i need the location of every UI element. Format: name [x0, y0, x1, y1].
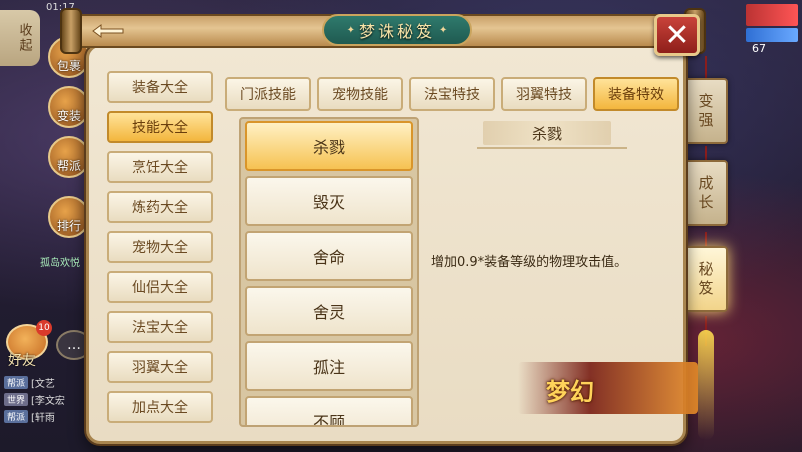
category-cooking[interactable]: 烹饪大全: [107, 151, 213, 183]
side-tag-char: 成: [698, 174, 714, 193]
side-tag-char: 强: [698, 111, 714, 129]
guild-button[interactable]: 帮派: [48, 136, 90, 178]
chat-channel-tag: 帮派: [4, 410, 29, 423]
category-alchemy[interactable]: 炼药大全: [107, 191, 213, 223]
tab-pet-skills[interactable]: 宠物技能: [317, 77, 403, 111]
chat-log[interactable]: 帮派 [文艺 世界 [李文宏 帮派 [轩雨: [4, 374, 92, 425]
skill-item[interactable]: 不顾: [245, 396, 413, 427]
tab-label: 羽翼特技: [516, 87, 572, 103]
back-arrow-icon[interactable]: [86, 20, 130, 42]
category-label: 仙侣大全: [132, 280, 188, 296]
category-wings[interactable]: 羽翼大全: [107, 351, 213, 383]
category-list: 装备大全 技能大全 烹饪大全 炼药大全 宠物大全 仙侣大全 法宝大全 羽翼大全 …: [107, 71, 215, 431]
category-label: 加点大全: [132, 400, 188, 416]
category-label: 宠物大全: [132, 240, 188, 256]
tab-school-skills[interactable]: 门派技能: [225, 77, 311, 111]
tab-label: 门派技能: [240, 87, 296, 103]
tab-label: 装备特效: [608, 87, 664, 103]
bag-label: 包裹: [56, 59, 81, 73]
chat-line: 帮派 [文艺: [4, 374, 92, 391]
friend-label: 好友: [8, 353, 36, 369]
skill-item[interactable]: 孤注: [245, 341, 413, 391]
side-tag-strengthen[interactable]: 变 强: [684, 78, 728, 144]
hp-bar: [746, 4, 798, 26]
category-skills[interactable]: 技能大全: [107, 111, 213, 143]
side-tag-char: 长: [698, 193, 714, 211]
chat-line: 世界 [李文宏: [4, 391, 92, 408]
skill-label: 杀戮: [312, 138, 345, 157]
skill-label: 孤注: [312, 358, 345, 377]
category-attributes[interactable]: 加点大全: [107, 391, 213, 423]
category-label: 羽翼大全: [132, 360, 188, 376]
collapse-hud-button[interactable]: 收起: [0, 10, 40, 66]
side-tag-char: 笈: [698, 279, 714, 297]
tab-label: 宠物技能: [332, 87, 388, 103]
brand-logo: [518, 362, 698, 414]
costume-button[interactable]: 变装: [48, 86, 90, 128]
brand-logo-text: 梦幻: [546, 377, 594, 406]
chat-text: [李文宏: [31, 396, 65, 407]
skill-type-tabs: 门派技能 宠物技能 法宝特技 羽翼特技 装备特效: [225, 77, 679, 111]
category-treasures[interactable]: 法宝大全: [107, 311, 213, 343]
friend-count-badge: 10: [36, 320, 52, 336]
side-tag-char: 秘: [698, 260, 714, 279]
costume-label: 变装: [56, 109, 81, 123]
ranking-label: 排行: [56, 219, 81, 233]
chat-channel-tag: 帮派: [4, 376, 29, 389]
skill-label: 舍命: [312, 248, 345, 267]
category-label: 烹饪大全: [132, 160, 188, 176]
ranking-button[interactable]: 排行: [48, 196, 90, 238]
tab-label: 法宝特技: [424, 87, 480, 103]
category-label: 法宝大全: [132, 320, 188, 336]
tab-equipment-effects[interactable]: 装备特效: [593, 77, 679, 111]
side-tag-char: 变: [698, 92, 714, 111]
chat-text: [文艺: [31, 379, 55, 390]
left-hud: 收起 01:17 包裹 变装 帮派 排行 孤岛欢悦 10 好友 … 帮派 [文艺 …: [0, 0, 92, 452]
guild-label-btn: 帮派: [56, 159, 81, 173]
category-label: 技能大全: [132, 120, 188, 136]
detail-title: 杀戮: [483, 121, 611, 145]
skill-item[interactable]: 舍命: [245, 231, 413, 281]
title-ornament-icon: ✦: [346, 24, 355, 36]
back-arrow-svg: [92, 24, 124, 38]
skill-item[interactable]: 舍灵: [245, 286, 413, 336]
category-pets[interactable]: 宠物大全: [107, 231, 213, 263]
skill-list[interactable]: 杀戮 毁灭 舍命 舍灵 孤注 不顾: [239, 117, 419, 427]
scroll-handle-left: [60, 8, 82, 54]
side-tag-growth[interactable]: 成 长: [684, 160, 728, 226]
category-equipment[interactable]: 装备大全: [107, 71, 213, 103]
chat-channel-tag: 世界: [4, 393, 29, 406]
tab-wing-skills[interactable]: 羽翼特技: [501, 77, 587, 111]
category-companions[interactable]: 仙侣大全: [107, 271, 213, 303]
collapse-label: 收起: [16, 23, 32, 53]
right-hud: 67: [702, 0, 802, 452]
category-label: 炼药大全: [132, 200, 188, 216]
title-ornament-icon: ✦: [439, 24, 448, 36]
skill-item[interactable]: 杀戮: [245, 121, 413, 171]
guild-name: 孤岛欢悦: [40, 258, 80, 269]
page-title: 梦诛秘笈: [358, 22, 435, 41]
lantern-glow: [698, 330, 714, 440]
title-plate: ✦ 梦诛秘笈 ✦: [322, 14, 472, 46]
chat-line: 帮派 [轩雨: [4, 408, 92, 425]
skill-item[interactable]: 毁灭: [245, 176, 413, 226]
level-text: 67: [752, 42, 766, 55]
detail-title-text: 杀戮: [531, 124, 562, 143]
detail-divider: [477, 147, 627, 149]
close-icon[interactable]: ✕: [654, 14, 700, 56]
skill-label: 毁灭: [312, 193, 345, 212]
category-label: 装备大全: [132, 80, 188, 96]
detail-description: 增加0.9*装备等级的物理攻击值。: [431, 255, 628, 270]
skill-label: 舍灵: [312, 303, 345, 322]
side-tag-secrets[interactable]: 秘 笈: [684, 246, 728, 312]
skill-label: 不顾: [312, 413, 345, 427]
mp-bar: [746, 28, 798, 42]
chat-text: [轩雨: [31, 413, 55, 424]
tab-treasure-skills[interactable]: 法宝特技: [409, 77, 495, 111]
